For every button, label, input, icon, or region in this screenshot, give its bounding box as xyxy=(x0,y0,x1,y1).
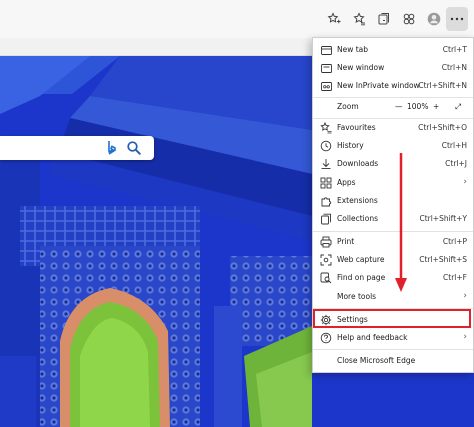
menu-item-shortcut: Ctrl+N xyxy=(441,63,467,72)
print-icon xyxy=(320,236,332,248)
menu-item-new-inprivate-window[interactable]: New InPrivate window Ctrl+Shift+N xyxy=(313,77,473,95)
browser-toolbar xyxy=(0,0,474,38)
inprivate-icon xyxy=(320,80,332,92)
menu-item-label: History xyxy=(337,141,364,150)
menu-item-label: Find on page xyxy=(337,273,386,282)
menu-item-label: Collections xyxy=(337,214,379,223)
menu-item-collections[interactable]: Collections Ctrl+Shift+Y xyxy=(313,210,473,228)
web-capture-icon xyxy=(320,254,332,266)
menu-item-label: Print xyxy=(337,237,355,246)
settings-highlight-box xyxy=(313,309,471,328)
menu-item-print[interactable]: Print Ctrl+P xyxy=(313,233,473,251)
menu-item-downloads[interactable]: Downloads Ctrl+J xyxy=(313,155,473,173)
menu-item-shortcut: Ctrl+P xyxy=(442,237,467,246)
menu-item-favourites[interactable]: Favourites Ctrl+Shift+O xyxy=(313,119,473,137)
bing-logo-icon[interactable] xyxy=(104,139,120,157)
menu-item-label: Downloads xyxy=(337,159,379,168)
collections-icon[interactable] xyxy=(372,7,396,31)
menu-item-shortcut: Ctrl+J xyxy=(445,159,467,168)
menu-item-find-on-page[interactable]: Find on page Ctrl+F xyxy=(313,269,473,287)
extensions-icon xyxy=(320,195,332,207)
find-icon xyxy=(320,272,332,284)
menu-item-close-edge[interactable]: Close Microsoft Edge xyxy=(313,352,473,370)
menu-item-extensions[interactable]: Extensions xyxy=(313,192,473,210)
menu-item-shortcut: Ctrl+Shift+Y xyxy=(419,214,467,223)
new-tab-icon xyxy=(320,44,332,56)
search-box[interactable] xyxy=(0,136,154,160)
menu-item-shortcut: Ctrl+T xyxy=(442,45,467,54)
menu-item-label: Web capture xyxy=(337,255,385,264)
menu-item-label: New tab xyxy=(337,45,369,54)
menu-item-web-capture[interactable]: Web capture Ctrl+Shift+S xyxy=(313,251,473,269)
menu-item-label: New window xyxy=(337,63,385,72)
zoom-value: 100% xyxy=(407,102,429,111)
menu-item-shortcut: Ctrl+Shift+N xyxy=(418,81,467,90)
collections-icon xyxy=(320,213,332,225)
zoom-in-button[interactable]: + xyxy=(433,102,439,111)
zoom-controls: — 100% + ⤢ xyxy=(391,102,469,114)
apps-icon xyxy=(320,177,332,189)
chevron-right-icon: › xyxy=(463,291,467,301)
menu-item-label: New InPrivate window xyxy=(337,81,420,90)
new-window-icon xyxy=(320,62,332,74)
menu-item-label: Favourites xyxy=(337,123,376,132)
menu-item-shortcut: Ctrl+Shift+O xyxy=(418,123,467,132)
download-icon xyxy=(320,158,332,170)
menu-item-new-window[interactable]: New window Ctrl+N xyxy=(313,59,473,77)
menu-item-apps[interactable]: Apps › xyxy=(313,174,473,192)
menu-divider xyxy=(313,349,473,350)
menu-item-label: Help and feedback xyxy=(337,333,408,342)
menu-item-shortcut: Ctrl+H xyxy=(441,141,467,150)
menu-divider xyxy=(313,231,473,232)
extensions-puzzle-icon[interactable] xyxy=(397,7,421,31)
menu-item-shortcut: Ctrl+Shift+S xyxy=(419,255,467,264)
help-icon xyxy=(320,332,332,344)
menu-item-new-tab[interactable]: New tab Ctrl+T xyxy=(313,41,473,59)
menu-item-help-and-feedback[interactable]: Help and feedback › xyxy=(313,329,473,347)
menu-item-label: Extensions xyxy=(337,196,378,205)
chevron-right-icon: › xyxy=(463,332,467,342)
fullscreen-icon[interactable]: ⤢ xyxy=(455,102,461,112)
history-icon xyxy=(320,140,332,152)
zoom-out-button[interactable]: — xyxy=(395,102,403,111)
search-icon[interactable] xyxy=(126,140,142,156)
menu-item-more-tools[interactable]: More tools › xyxy=(313,288,473,306)
menu-item-label: More tools xyxy=(337,292,377,301)
favorite-star-icon[interactable] xyxy=(322,7,346,31)
zoom-label: Zoom xyxy=(337,102,359,111)
menu-item-history[interactable]: History Ctrl+H xyxy=(313,137,473,155)
menu-item-label: Close Microsoft Edge xyxy=(337,356,416,365)
menu-item-label: Apps xyxy=(337,178,356,187)
menu-item-shortcut: Ctrl+F xyxy=(443,273,467,282)
favourites-icon xyxy=(320,122,332,134)
more-icon[interactable] xyxy=(446,7,468,31)
favorites-list-icon[interactable] xyxy=(347,7,371,31)
profile-icon[interactable] xyxy=(422,7,446,31)
menu-item-zoom: Zoom — 100% + ⤢ xyxy=(313,98,473,116)
chevron-right-icon: › xyxy=(463,177,467,187)
